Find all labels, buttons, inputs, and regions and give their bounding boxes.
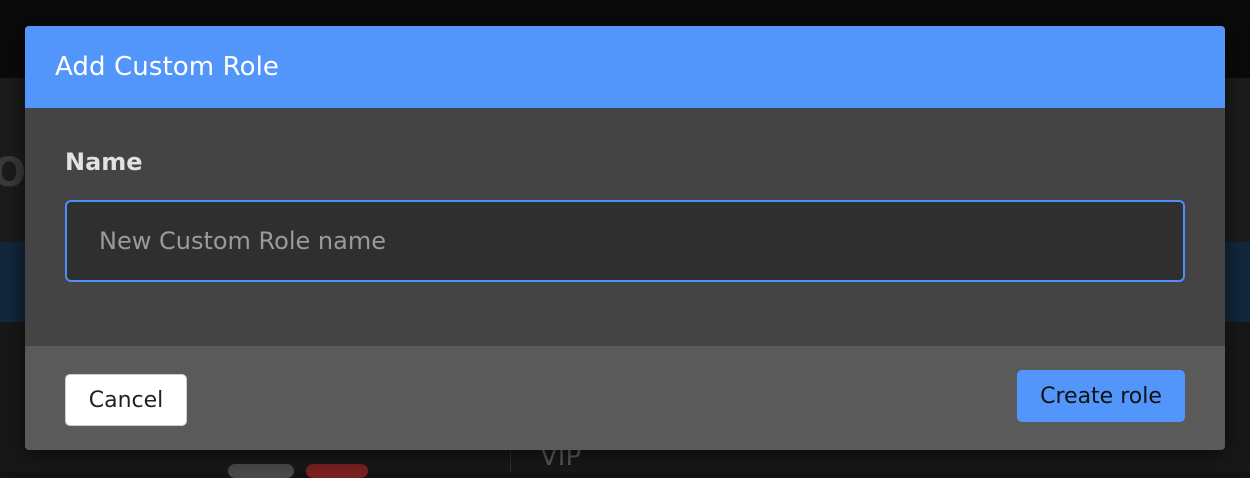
name-field-label: Name: [65, 148, 143, 176]
role-name-input[interactable]: [65, 200, 1185, 282]
modal-body: Name: [25, 108, 1225, 346]
modal-footer: Cancel Create role: [25, 346, 1225, 450]
create-role-button[interactable]: Create role: [1017, 370, 1185, 422]
modal-header: Add Custom Role: [25, 26, 1225, 108]
background-heading-fragment: O: [0, 150, 27, 196]
modal-title: Add Custom Role: [55, 52, 279, 82]
add-custom-role-modal: Add Custom Role Name Cancel Create role: [25, 26, 1225, 450]
cancel-button[interactable]: Cancel: [65, 374, 187, 426]
background-badge-grey: [228, 464, 294, 478]
background-badge-red: [306, 464, 368, 478]
